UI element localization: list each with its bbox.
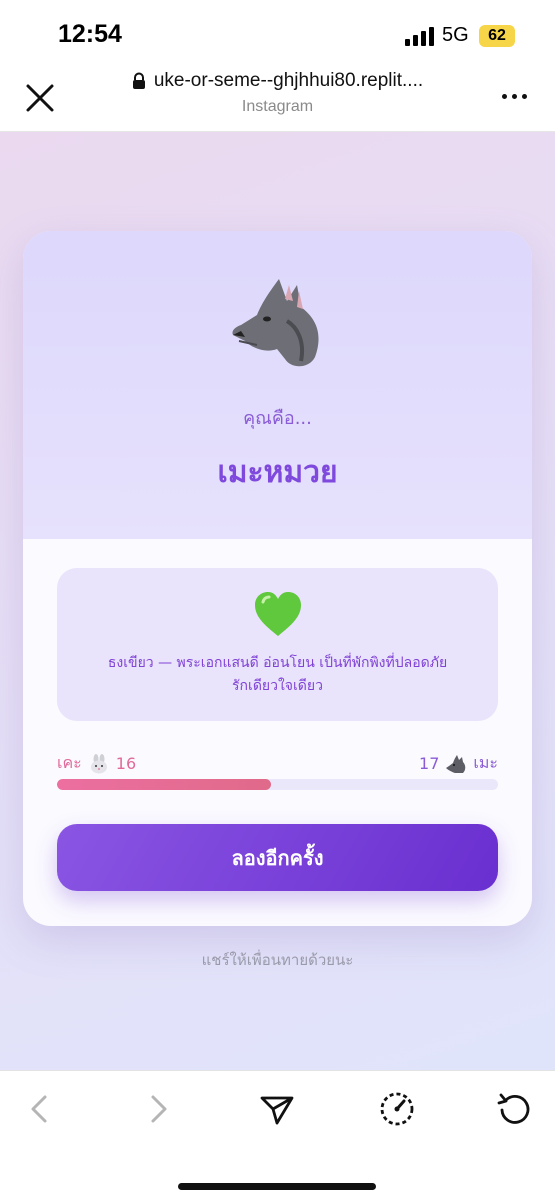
result-card: คุณคือ... เมะหมวย ธงเขียว — พระเอกแสนดี … xyxy=(23,231,532,926)
seme-value: 17 xyxy=(419,754,440,773)
you-are-label: คุณคือ... xyxy=(243,408,312,429)
wolf-icon xyxy=(232,279,319,367)
forward-icon[interactable] xyxy=(139,1089,179,1129)
uke-label: เคะ xyxy=(57,753,82,772)
uke-value: 16 xyxy=(115,754,137,773)
seme-label: เมะ xyxy=(473,753,498,772)
uke-score: เคะ 16 xyxy=(57,751,136,776)
url-text: uke-or-seme--ghjhhui80.replit.... xyxy=(153,70,424,91)
wolf-icon xyxy=(446,754,466,773)
share-icon[interactable] xyxy=(257,1089,297,1129)
status-time: 12:54 xyxy=(58,20,122,48)
battery-icon: 62 xyxy=(479,25,515,47)
refresh-icon[interactable] xyxy=(495,1089,535,1129)
seme-score: 17 เมะ xyxy=(419,751,498,776)
rabbit-icon xyxy=(90,753,107,773)
close-icon[interactable] xyxy=(22,80,58,116)
url-bar[interactable]: uke-or-seme--ghjhhui80.replit.... Instag… xyxy=(100,70,455,116)
url-source: Instagram xyxy=(241,98,314,115)
back-icon[interactable] xyxy=(19,1089,59,1129)
description-box: ธงเขียว — พระเอกแสนดี อ่อนโยน เป็นที่พัก… xyxy=(57,568,498,721)
status-bar: 12:54 5G 62 xyxy=(0,0,555,62)
more-icon[interactable] xyxy=(500,90,530,104)
browser-toolbar xyxy=(0,1070,555,1200)
speed-icon[interactable] xyxy=(377,1089,417,1129)
uke-bar-fill xyxy=(57,779,271,790)
green-heart-icon xyxy=(255,592,301,636)
home-indicator xyxy=(178,1183,376,1190)
result-header: คุณคือ... เมะหมวย xyxy=(23,231,532,539)
browser-header: uke-or-seme--ghjhhui80.replit.... Instag… xyxy=(0,62,555,132)
description-text: ธงเขียว — พระเอกแสนดี อ่อนโยน เป็นที่พัก… xyxy=(107,655,448,694)
retry-button[interactable]: ลองอีกครั้ง xyxy=(57,824,498,891)
page-content: คุณคือ... เมะหมวย ธงเขียว — พระเอกแสนดี … xyxy=(0,132,555,1070)
signal-icon xyxy=(405,26,435,46)
score-bar xyxy=(57,779,498,790)
share-hint: แชร์ให้เพื่อนทายด้วยนะ xyxy=(201,951,354,969)
lock-icon xyxy=(132,72,145,89)
network-label: 5G xyxy=(442,24,469,46)
result-title: เมะหมวย xyxy=(217,455,338,490)
